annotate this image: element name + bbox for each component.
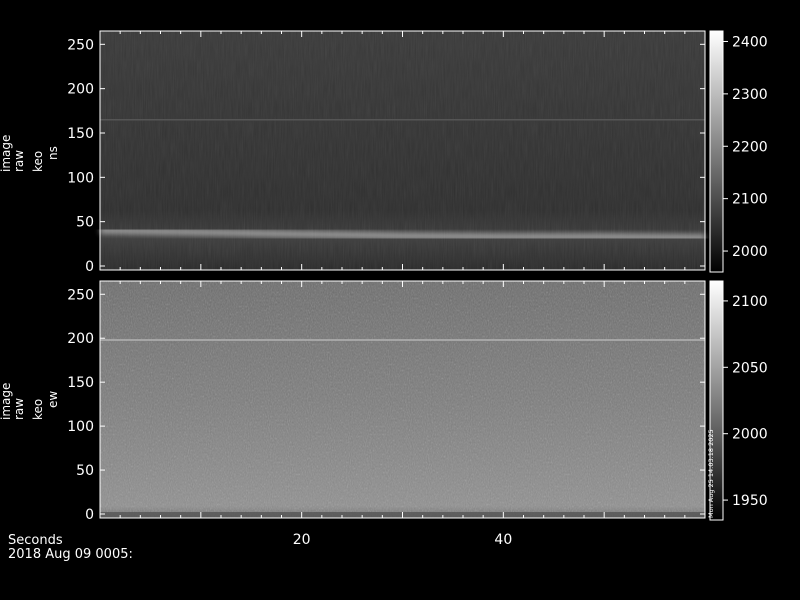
colorbar-tick-label: 2050 [732,360,768,376]
x-axis-label: Seconds [8,533,63,548]
y-tick-label: 250 [67,37,94,53]
y-tick-label: 150 [67,375,94,391]
ew-heatmap-noise [100,281,705,518]
y-tick-label: 50 [76,215,94,231]
colorbar-tick-label: 2400 [732,34,768,50]
colorbar-tick-label: 2300 [732,87,768,103]
ns-y-axis-label: image raw keo ns [0,135,60,172]
ew-y-axis-label: image raw keo ew [0,383,60,420]
ew-colorbar-ticks: 1950 2000 2050 2100 [723,294,768,509]
ns-colorbar-ticks: 2000 2100 2200 2300 2400 [723,34,768,260]
colorbar-tick-label: 2000 [732,427,768,443]
ns-colorbar [709,30,724,273]
colorbar-tick-label: 2200 [732,139,768,155]
x-tick-label: 20 [293,532,311,548]
y-tick-label: 250 [67,287,94,303]
ew-colorbar-timestamp: Mon Aug 25 14:03:18 2025 [707,429,715,518]
ew-ylabel-line-3: keo [31,399,45,420]
y-tick-label: 200 [67,82,94,98]
x-tick-label: 40 [494,532,512,548]
y-tick-label: 150 [67,126,94,142]
ew-ylabel-line-2: raw [12,398,26,420]
colorbar-tick-label: 1950 [732,493,768,509]
ns-ylabel-line-3: keo [31,151,45,172]
x-tick-labels: 20 40 [293,532,512,548]
y-tick-label: 200 [67,331,94,347]
colorbar-tick-label: 2100 [732,294,768,310]
colorbar-tick-label: 2100 [732,192,768,208]
y-tick-label: 0 [85,507,94,523]
ns-keogram-panel: 0 50 100 150 200 250 image raw keo ns 2000 210… [0,30,768,275]
ew-ylabel-line-4: ew [46,391,60,408]
keogram-figure: 050100150200250 image raw keo ns 2000210… [0,30,768,562]
y-tick-label: 0 [85,259,94,275]
colorbar-tick-label: 2000 [732,244,768,260]
footer-date: 2018 Aug 09 0005: [8,547,133,562]
y-tick-label: 50 [76,463,94,479]
ns-ylabel-line-4: ns [46,146,60,160]
ns-ylabel-line-2: raw [12,150,26,172]
y-tick-label: 100 [67,419,94,435]
y-tick-label: 100 [67,170,94,186]
ew-keogram-panel: 0 50 100 150 200 250 image raw keo ew 1950 200… [0,280,768,523]
